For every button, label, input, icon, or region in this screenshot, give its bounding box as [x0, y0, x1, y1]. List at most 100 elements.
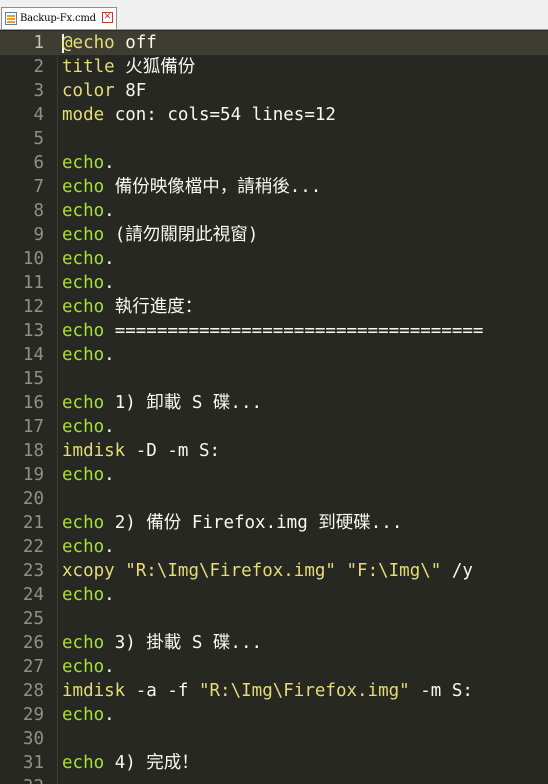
code-keyword: @echo: [62, 33, 115, 53]
line-code: echo.: [62, 655, 115, 679]
code-line[interactable]: 10 echo.: [0, 247, 548, 271]
code-line[interactable]: 6 echo.: [0, 151, 548, 175]
code-keyword: echo: [62, 465, 105, 485]
line-code: imdisk -D -m S:: [62, 439, 220, 463]
file-tab[interactable]: Backup-Fx.cmd ✕: [1, 7, 117, 29]
code-keyword: echo: [62, 513, 105, 533]
code-keyword: echo: [62, 273, 105, 293]
line-number: 21: [22, 513, 44, 533]
code-text: ===================================: [104, 321, 484, 341]
code-editor[interactable]: 1 @echo off 2 title 火狐備份 3 color 8F 4 mode con:…: [0, 31, 548, 784]
code-text: 8F: [114, 81, 147, 101]
code-line[interactable]: 7 echo 備份映像檔中，請稍後...: [0, 175, 548, 199]
line-number: 19: [22, 465, 44, 485]
code-line[interactable]: 26 echo 3) 掛載 S 碟...: [0, 631, 548, 655]
code-keyword: echo: [62, 201, 105, 221]
code-line[interactable]: 21 echo 2) 備份 Firefox.img 到硬碟...: [0, 511, 548, 535]
code-line[interactable]: 24 echo.: [0, 583, 548, 607]
line-code: echo.: [62, 247, 115, 271]
code-text: /y: [441, 561, 473, 581]
line-number: 20: [22, 489, 44, 509]
code-text: (請勿關閉此視窗): [104, 225, 259, 245]
code-text: .: [104, 249, 115, 269]
code-line[interactable]: 22 echo.: [0, 535, 548, 559]
line-number: 31: [22, 753, 44, 773]
line-number: 22: [22, 537, 44, 557]
line-number: 25: [22, 609, 44, 629]
code-line[interactable]: 32: [0, 775, 548, 784]
code-line[interactable]: 12 echo 執行進度：: [0, 295, 548, 319]
line-code: echo.: [62, 415, 115, 439]
line-number: 28: [22, 681, 44, 701]
code-line[interactable]: 29 echo.: [0, 703, 548, 727]
code-keyword: echo: [62, 297, 105, 317]
code-line[interactable]: 13 echo =================================…: [0, 319, 548, 343]
code-line[interactable]: 18 imdisk -D -m S:: [0, 439, 548, 463]
code-text: .: [104, 153, 115, 173]
code-line[interactable]: 1 @echo off: [0, 31, 548, 55]
line-number: 7: [33, 177, 44, 197]
line-number: 29: [22, 705, 44, 725]
code-line[interactable]: 9 echo (請勿關閉此視窗): [0, 223, 548, 247]
code-line[interactable]: 5: [0, 127, 548, 151]
code-keyword: echo: [62, 657, 105, 677]
code-line[interactable]: 27 echo.: [0, 655, 548, 679]
code-keyword: imdisk: [62, 441, 126, 461]
line-number: 8: [33, 201, 44, 221]
line-number: 23: [22, 561, 44, 581]
line-number: 30: [22, 729, 44, 749]
code-text: -m S:: [409, 681, 473, 701]
code-line[interactable]: 11 echo.: [0, 271, 548, 295]
line-number: 12: [22, 297, 44, 317]
line-code: echo 4) 完成！: [62, 751, 199, 775]
code-line[interactable]: 31 echo 4) 完成！: [0, 751, 548, 775]
code-line[interactable]: 15: [0, 367, 548, 391]
line-code: echo.: [62, 535, 115, 559]
code-text: 火狐備份: [114, 57, 196, 77]
code-text: -D -m S:: [125, 441, 221, 461]
code-line[interactable]: 20: [0, 487, 548, 511]
code-keyword: echo: [62, 585, 105, 605]
code-line[interactable]: 30: [0, 727, 548, 751]
code-line[interactable]: 16 echo 1) 卸載 S 碟...: [0, 391, 548, 415]
code-line[interactable]: 23 xcopy "R:\Img\Firefox.img" "F:\Img\" /…: [0, 559, 548, 583]
line-number: 3: [33, 81, 44, 101]
code-line[interactable]: 8 echo.: [0, 199, 548, 223]
code-text: .: [104, 465, 115, 485]
code-keyword: echo: [62, 249, 105, 269]
close-icon[interactable]: ✕: [102, 12, 113, 23]
line-number: 10: [22, 249, 44, 269]
code-text: .: [104, 273, 115, 293]
code-keyword: echo: [62, 393, 105, 413]
line-number: 4: [33, 105, 44, 125]
code-line[interactable]: 17 echo.: [0, 415, 548, 439]
code-line[interactable]: 25: [0, 607, 548, 631]
line-number: 13: [22, 321, 44, 341]
code-string: "R:\Img\Firefox.img": [198, 681, 410, 701]
code-text: .: [104, 657, 115, 677]
code-text: -a -f: [125, 681, 199, 701]
code-line[interactable]: 2 title 火狐備份: [0, 55, 548, 79]
line-number: 6: [33, 153, 44, 173]
line-code: echo.: [62, 583, 115, 607]
line-number: 11: [22, 273, 44, 293]
code-line[interactable]: 28 imdisk -a -f "R:\Img\Firefox.img" -m S…: [0, 679, 548, 703]
code-text: .: [104, 537, 115, 557]
code-keyword: xcopy: [62, 561, 115, 581]
code-text: .: [104, 705, 115, 725]
code-line[interactable]: 19 echo.: [0, 463, 548, 487]
code-keyword: echo: [62, 633, 105, 653]
code-string: "R:\Img\Firefox.img": [125, 561, 336, 581]
line-code: title 火狐備份: [62, 55, 195, 79]
code-keyword: echo: [62, 321, 105, 341]
code-line[interactable]: 4 mode con: cols=54 lines=12: [0, 103, 548, 127]
code-line[interactable]: 14 echo.: [0, 343, 548, 367]
code-keyword: echo: [62, 345, 105, 365]
line-number: 2: [33, 57, 44, 77]
line-number: 17: [22, 417, 44, 437]
code-keyword: title: [62, 57, 115, 77]
code-keyword: echo: [62, 153, 105, 173]
line-number: 32: [0, 777, 44, 784]
code-line[interactable]: 3 color 8F: [0, 79, 548, 103]
